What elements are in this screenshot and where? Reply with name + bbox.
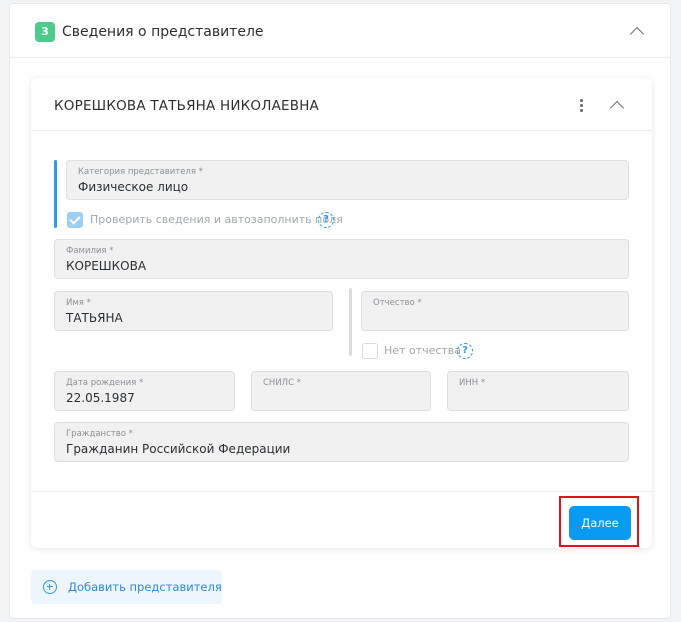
divider <box>31 491 652 492</box>
field-label: Отчество * <box>373 298 422 308</box>
representative-name: КОРЕШКОВА ТАТЬЯНА НИКОЛАЕВНА <box>54 98 319 114</box>
category-field[interactable]: Категория представителя * Физическое лиц… <box>66 160 629 200</box>
question-circle-icon[interactable]: ? <box>318 212 334 228</box>
no-patronymic-checkbox[interactable] <box>362 343 378 359</box>
representative-card: КОРЕШКОВА ТАТЬЯНА НИКОЛАЕВНА Категория п… <box>31 78 652 548</box>
inn-field[interactable]: ИНН * <box>447 371 629 411</box>
patronymic-field[interactable]: Отчество * <box>361 291 629 331</box>
citizenship-field[interactable]: Гражданство * Гражданин Российской Федер… <box>54 422 629 462</box>
accent-bar <box>54 160 57 228</box>
field-value: 22.05.1987 <box>66 391 135 405</box>
step-number-badge: 3 <box>35 22 55 42</box>
field-label: Дата рождения * <box>66 378 144 388</box>
add-representative-label: Добавить представителя <box>68 580 222 594</box>
chevron-up-icon[interactable] <box>609 100 625 116</box>
kebab-menu-icon[interactable] <box>579 99 583 113</box>
accent-bar <box>349 288 352 356</box>
field-label: ИНН * <box>459 378 486 388</box>
snils-field[interactable]: СНИЛС * <box>251 371 431 411</box>
field-value: ТАТЬЯНА <box>66 311 123 325</box>
field-label: Гражданство * <box>66 429 133 439</box>
representative-section: 3 Сведения о представителе КОРЕШКОВА ТАТ… <box>9 3 671 619</box>
field-label: СНИЛС * <box>263 378 301 388</box>
add-representative-button[interactable]: Добавить представителя <box>31 570 222 604</box>
divider <box>31 130 652 131</box>
last-name-field[interactable]: Фамилия * КОРЕШКОВА <box>54 239 629 279</box>
chevron-up-icon[interactable] <box>629 26 645 42</box>
field-label: Фамилия * <box>66 246 114 256</box>
field-value: КОРЕШКОВА <box>66 259 147 273</box>
first-name-field[interactable]: Имя * ТАТЬЯНА <box>54 291 333 331</box>
section-header[interactable]: 3 Сведения о представителе <box>10 4 670 58</box>
no-patronymic-checkbox-label: Нет отчества <box>384 344 462 357</box>
section-title: Сведения о представителе <box>62 24 264 40</box>
plus-circle-icon <box>43 580 57 594</box>
autofill-checkbox-label: Проверить сведения и автозаполнить поля <box>90 213 343 226</box>
field-value: Гражданин Российской Федерации <box>66 442 291 456</box>
autofill-checkbox[interactable] <box>67 212 83 228</box>
birth-date-field[interactable]: Дата рождения * 22.05.1987 <box>54 371 235 411</box>
question-circle-icon[interactable]: ? <box>457 343 473 359</box>
highlight-box <box>559 496 639 547</box>
field-value: Физическое лицо <box>78 180 189 194</box>
field-label: Категория представителя * <box>78 167 203 177</box>
field-label: Имя * <box>66 298 91 308</box>
